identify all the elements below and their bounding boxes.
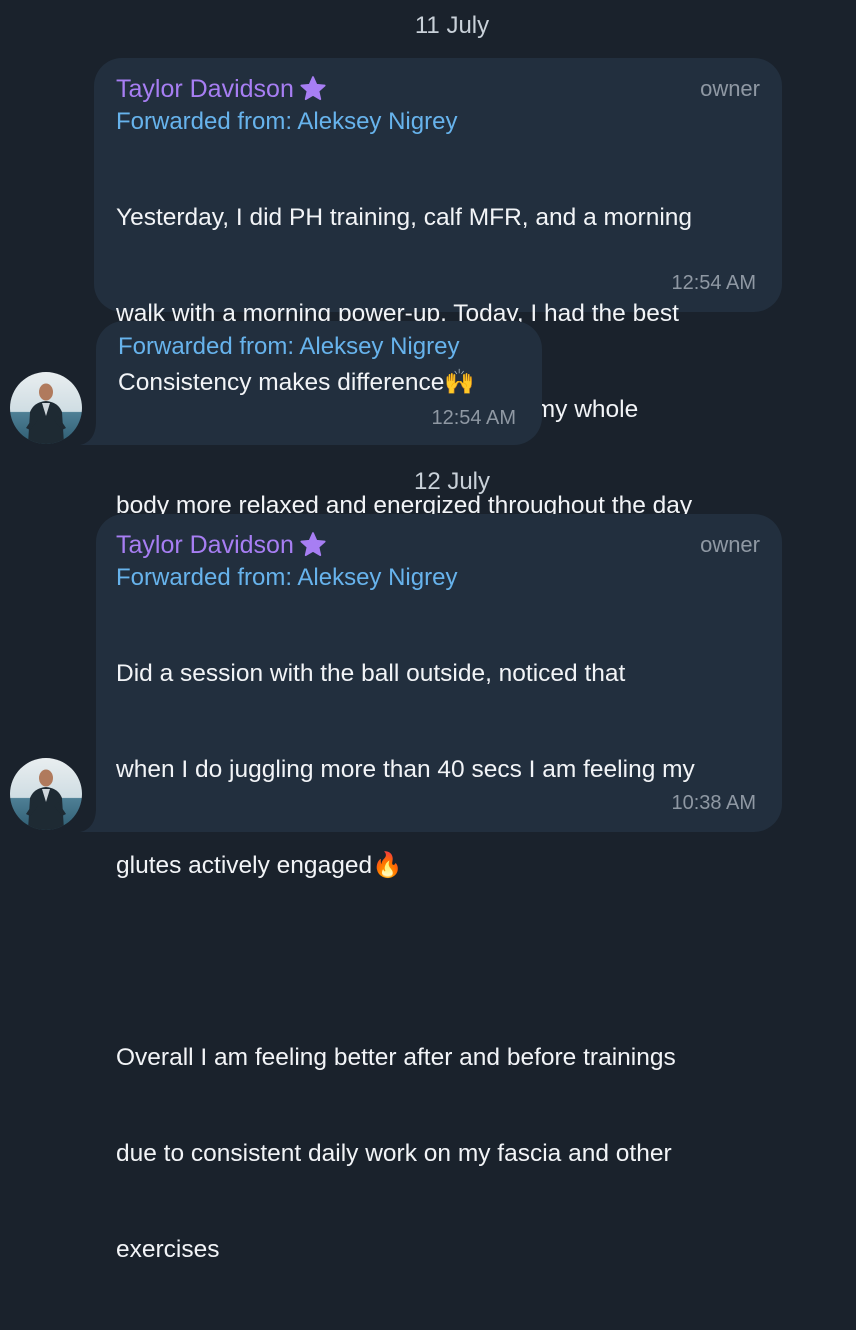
avatar-image [10,372,82,444]
sender-name[interactable]: Taylor Davidson [116,74,328,104]
role-badge: owner [700,76,760,101]
message-text: Consistency makes difference🙌 [118,369,475,396]
forwarded-from-link[interactable]: Forwarded from: Aleksey Nigrey [116,108,457,136]
sender-name[interactable]: Taylor Davidson [116,530,328,560]
message-time: 10:38 AM [671,792,756,814]
message-line: Overall I am feeling better after and be… [116,1044,676,1071]
date-separator: 12 July [413,468,491,495]
message-time: 12:54 AM [431,407,516,429]
star-icon [300,532,326,557]
sender-name-text[interactable]: Taylor Davidson [116,531,294,560]
message-line: glutes actively engaged🔥 [116,852,403,879]
forwarded-from-link[interactable]: Forwarded from: Aleksey Nigrey [116,564,457,592]
role-badge: owner [700,532,760,557]
star-icon [300,76,326,101]
avatar[interactable] [10,372,82,444]
forwarded-from-link[interactable]: Forwarded from: Aleksey Nigrey [118,333,459,361]
bubble-tail [80,808,96,832]
message-line: exercises [116,1236,220,1263]
avatar[interactable] [10,758,82,830]
sender-name-text[interactable]: Taylor Davidson [116,75,294,104]
message-line: when I do juggling more than 40 secs I a… [116,756,695,783]
message-line [116,946,695,978]
message-bubble[interactable]: Taylor Davidson owner Forwarded from: Al… [94,58,782,616]
message-line: Did a session with the ball outside, not… [116,660,626,687]
avatar-image [10,758,82,830]
message-bubble[interactable]: Forwarded from: Aleksey Nigrey Consisten… [80,321,542,445]
bubble-tail [80,421,96,445]
date-separator: 11 July [414,12,490,39]
message-line: Yesterday, I did PH training, calf MFR, … [116,204,693,231]
message-line: due to consistent daily work on my fasci… [116,1140,672,1167]
message-text: Did a session with the ball outside, not… [116,594,695,1330]
message-bubble[interactable]: Taylor Davidson owner Forwarded from: Al… [80,514,782,1263]
message-time: 12:54 AM [671,272,756,294]
